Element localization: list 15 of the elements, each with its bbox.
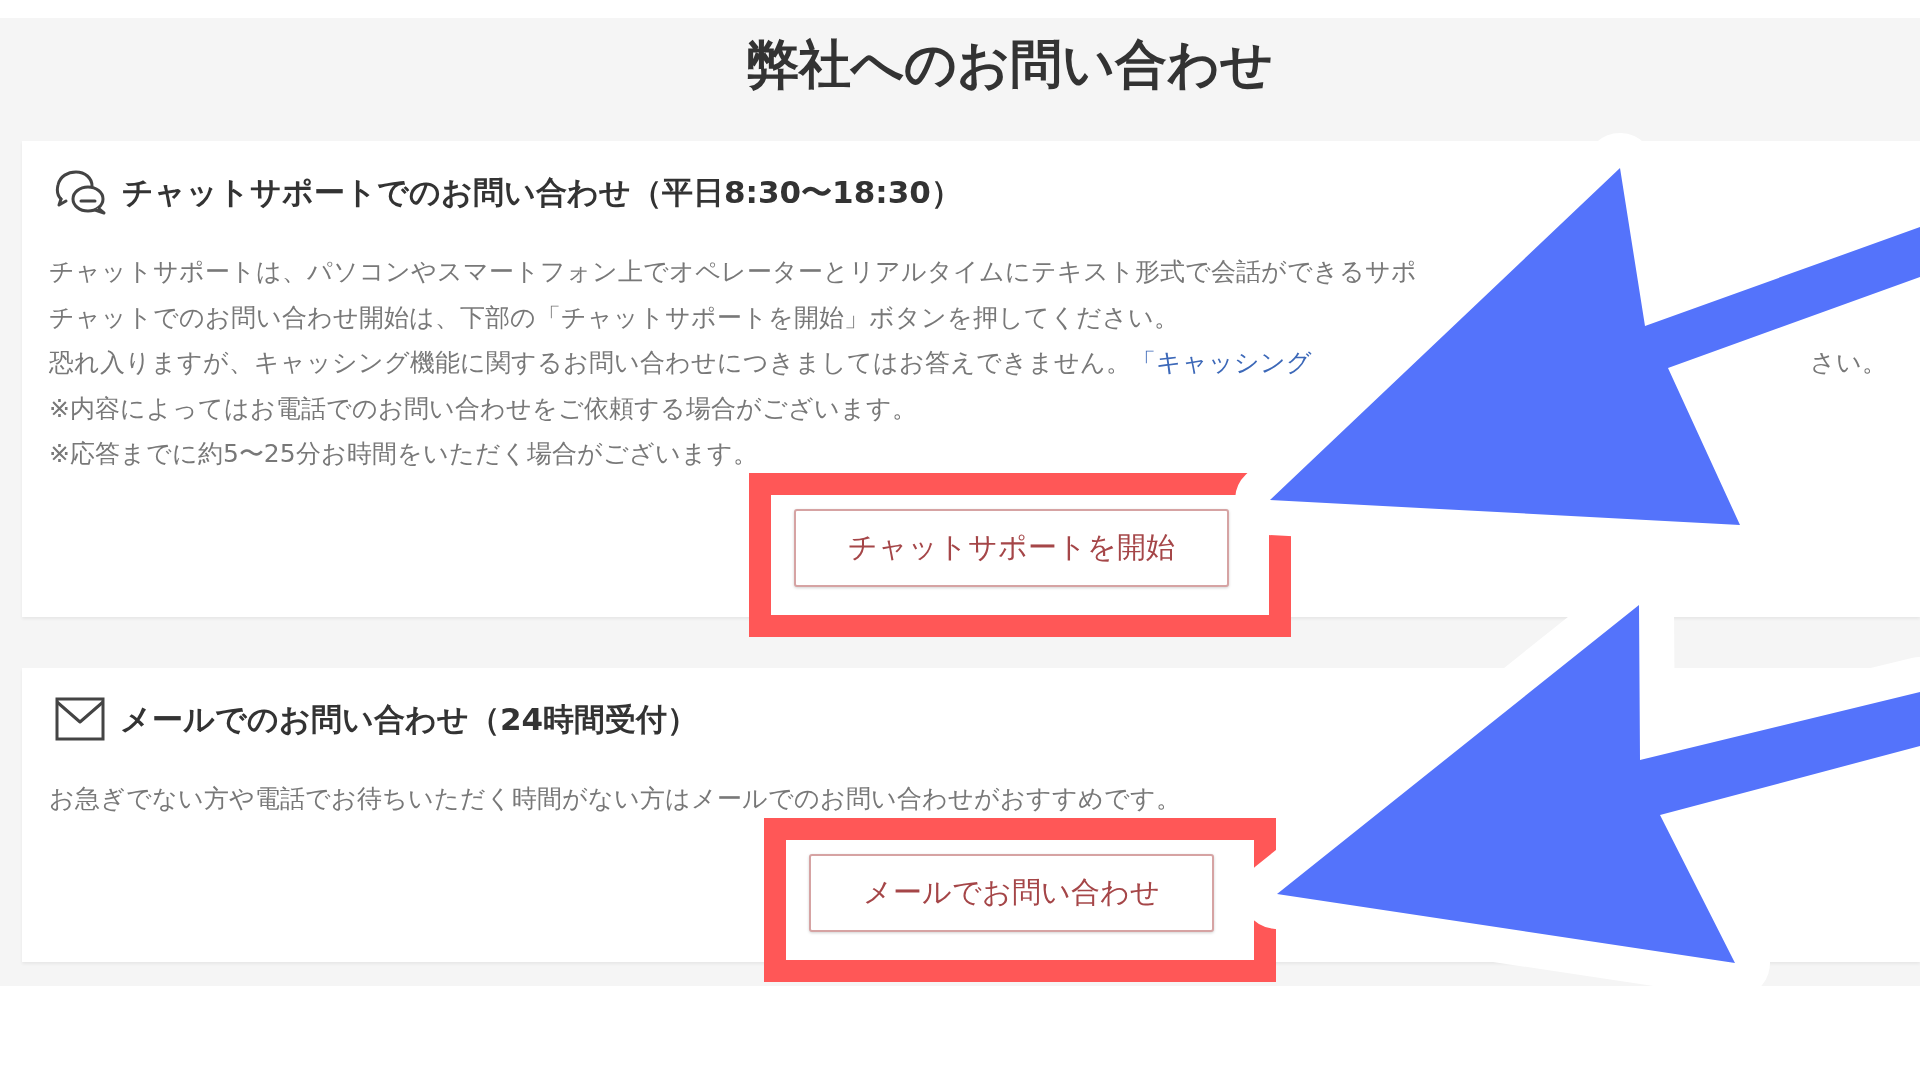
body-text: ※応答までに約5〜25分お時間をいただく場合がございます。 (49, 438, 758, 470)
text-fragment: さい。 (1810, 347, 1887, 379)
body-text: チャットサポートは、パソコンやスマートフォン上でオペレーターとリアルタイムにテキスト形式で会話ができるサポ (49, 256, 1417, 288)
section-heading: チャットサポートでのお問い合わせ（平日8:30〜18:30） (122, 173, 962, 212)
body-text: ※内容によってはお電話でのお問い合わせをご依頼する場合がございます。 (49, 392, 917, 425)
page-title: 弊社へのお問い合わせ (747, 34, 1273, 94)
section-heading: メールでのお問い合わせ（24時間受付） (120, 700, 699, 739)
text-link[interactable]: 「キャッシング (1131, 348, 1312, 377)
envelope-icon (55, 697, 105, 741)
body-text: お急ぎでない方や電話でお待ちいただく時間がない方はメールでのお問い合わせがおすすめです。 (49, 783, 1181, 815)
body-text: 恐れ入りますが、キャッシング機能に関するお問い合わせにつきましてはお答えできません。「キャッシング (49, 347, 1312, 379)
body-text: チャットでのお問い合わせ開始は、下部の「チャットサポートを開始」ボタンを押してください。 (49, 301, 1179, 334)
email-inquiry-button[interactable]: メールでお問い合わせ (808, 854, 1214, 932)
start-chat-button[interactable]: チャットサポートを開始 (793, 509, 1229, 587)
chat-bubbles-icon (55, 169, 107, 215)
